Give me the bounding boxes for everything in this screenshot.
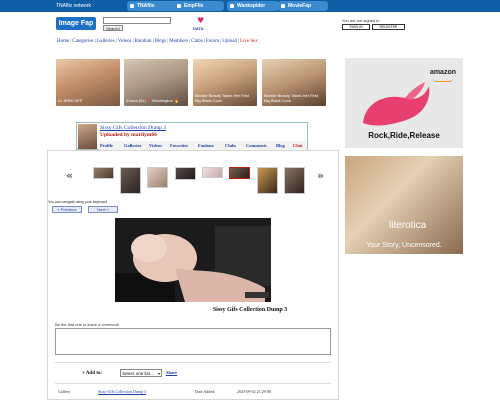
nav-members[interactable]: Members [169,39,188,44]
comment-prompt: Be the first one to leave a comment! [55,322,120,327]
nav-upload[interactable]: Upload [222,39,237,44]
strip-thumbnail[interactable] [257,167,278,194]
strip-thumbnail[interactable] [120,167,141,194]
previous-button[interactable]: « Previous [52,206,82,213]
nav-videos[interactable]: Videos [118,39,132,44]
strip-thumbnail-active[interactable] [229,167,250,179]
nav-home[interactable]: Home [57,39,69,44]
literotica-tagline: Your Story, Uncensored. [366,242,442,249]
amazon-logo-text: amazon [429,69,456,76]
next-arrow-icon[interactable]: » [317,170,324,181]
nav-live-sex[interactable]: Live Sex [240,39,258,44]
prev-arrow-icon[interactable]: « [66,170,73,181]
date-added-value: 2023-09-02 21:29:08 [237,389,271,394]
keyboard-nav-note: You can navigate using your keyboard [48,200,108,204]
gallery-title-link[interactable]: Sissy Gifs Collection Dump 3 [100,125,166,131]
network-link-empflix[interactable]: EmpFlix [174,1,224,11]
nav-clubs[interactable]: Clubs [191,39,203,44]
literotica-ad[interactable]: literotica Your Story, Uncensored. [345,156,463,254]
uploader-avatar[interactable] [78,124,97,149]
add-to-list-select[interactable]: Select one list... ▾ [120,369,162,377]
dating-ad-logo[interactable]: ♥ DATA [193,16,211,32]
thumbnail-caption: Emma (51) 📍Washington 🔥 [126,98,179,103]
gallery-header: Sissy Gifs Collection Dump 3 Uploaded by… [76,122,308,150]
tab-chat[interactable]: Chat [293,142,303,149]
strip-thumbnail[interactable] [202,167,223,178]
tab-favorites[interactable]: Favorites [170,142,188,149]
sign-in-button[interactable]: SIGN IN [342,24,370,30]
network-label: TNAflix network : [56,3,94,9]
nav-random[interactable]: Random [135,39,152,44]
network-link-wankspider[interactable]: Wankspider [227,1,279,11]
search-input[interactable] [103,17,171,24]
gallery-meta-value[interactable]: Sissy Gifs Collection Dump 3 [98,389,146,394]
strip-thumbnail[interactable] [284,167,305,194]
strip-thumbnail[interactable] [175,167,196,180]
dating-ad-text: DATA [193,26,204,31]
amazon-smile-icon [433,78,453,82]
register-button[interactable]: REGISTER [372,24,405,30]
amazon-ad-slogan: Rock,Ride,Release [368,131,440,140]
chevron-down-icon: ▾ [157,371,160,376]
strip-thumbnail[interactable] [93,167,114,179]
heart-icon: ♥ [197,16,205,25]
date-added-label: Date Added: [195,389,216,394]
network-bar: TNAflix network : TNAflix EmpFlix Wanksp… [0,0,500,12]
main-image-graphic [115,218,271,302]
gallery-meta-label: Gallery: [58,389,72,394]
strip-thumbnail[interactable] [147,167,168,188]
uploaded-by[interactable]: Uploaded by marilym66 [100,132,157,138]
tab-profile[interactable]: Profile [100,142,113,149]
main-nav: Home|Categories|Galleries|Videos|Random|… [57,38,258,45]
tab-clubs[interactable]: Clubs [225,142,236,149]
promo-thumbnail[interactable]: Blonde Beauty Takes Her First Big Black … [193,59,257,106]
add-to-label: + Add to: [82,371,103,376]
search-button[interactable]: Search! [103,25,123,31]
promo-thumbnail[interactable]: AI JERK OFF [56,59,120,106]
signin-status: You are not signed in [342,18,380,23]
tab-comments[interactable]: Comments [246,142,267,149]
product-image [363,82,430,126]
next-button[interactable]: Next » [88,206,118,213]
tab-blog[interactable]: Blog [276,142,285,149]
add-to-select-value: Select one list... [122,371,154,376]
imagefap-logo[interactable]: Image Fap [56,17,96,30]
divider [55,362,331,363]
thumbnail-caption: AI JERK OFF [58,98,83,103]
main-image[interactable] [115,218,271,302]
network-link-moviefap[interactable]: MovieFap [278,1,328,11]
profile-tabs: Profile Galleries Videos Favorites Fanba… [99,141,307,150]
thumbnail-caption: Blonde Beauty Takes Her First Big Black … [264,93,318,103]
comment-textarea[interactable] [55,328,331,355]
tab-fanbase[interactable]: Fanbase [198,142,214,149]
nav-blogs[interactable]: Blogs [155,39,167,44]
literotica-logo-text: literotica [389,220,427,231]
tab-galleries[interactable]: Galleries [124,142,141,149]
nav-galleries[interactable]: Galleries [97,39,115,44]
thumbnail-caption: Blonde Beauty Takes Her First Big Black … [195,93,249,103]
promo-thumbnail[interactable]: Emma (51) 📍Washington 🔥 [124,59,188,106]
tab-videos[interactable]: Videos [149,142,162,149]
nav-forum[interactable]: Forum [206,39,219,44]
share-link[interactable]: Share [166,370,177,376]
divider [55,383,331,384]
image-title: Sissy Gifs Collection Dump 3 [212,307,288,313]
promo-thumbnail[interactable]: Blonde Beauty Takes Her First Big Black … [262,59,326,106]
nav-categories[interactable]: Categories [72,39,93,44]
amazon-ad[interactable]: amazon Rock,Ride,Release [345,58,463,148]
